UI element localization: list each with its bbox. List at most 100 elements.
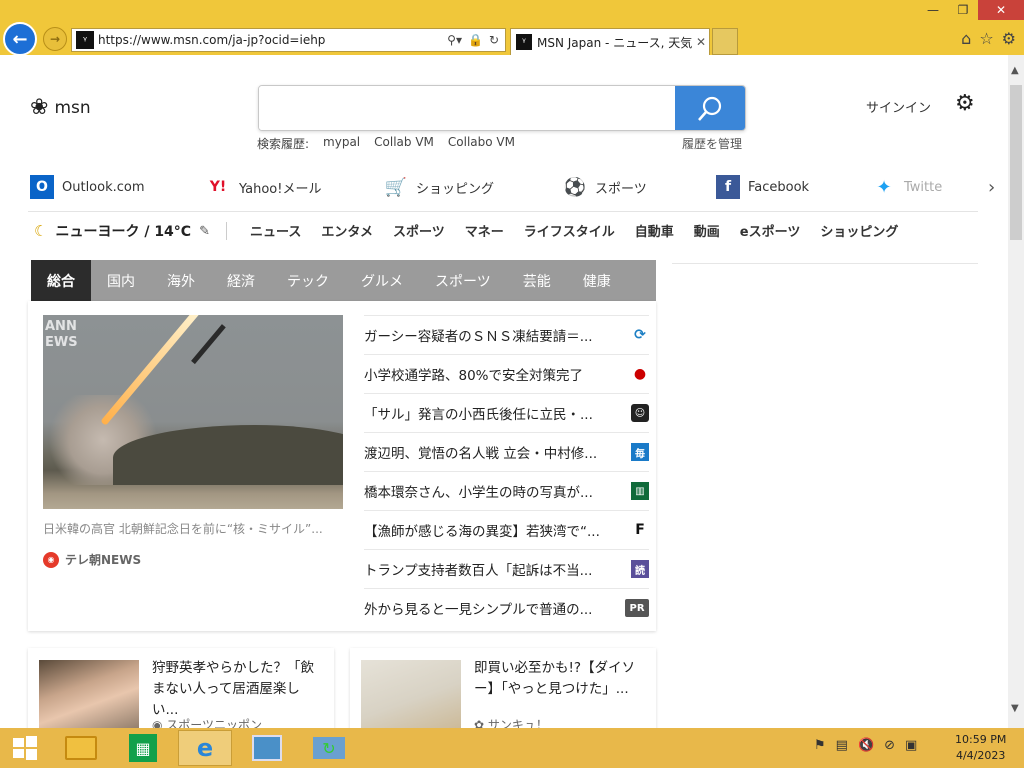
control-panel-button[interactable] <box>240 730 294 766</box>
quicklink-twitter[interactable]: ✦ Twitte <box>872 175 942 199</box>
settings-gear-icon[interactable]: ⚙ <box>955 91 975 116</box>
story-title: 狩野英孝やらかした？「飲まない人って居酒屋楽しい... <box>152 660 314 718</box>
category-link[interactable]: ショッピング <box>820 221 898 240</box>
search-input[interactable] <box>259 86 677 130</box>
right-panel <box>672 260 978 264</box>
quicklink-outlook[interactable]: O Outlook.com <box>30 175 145 199</box>
tab-entertainment[interactable]: 芸能 <box>507 260 567 301</box>
scrollbar-thumb[interactable] <box>1010 85 1022 240</box>
tab-general[interactable]: 総合 <box>31 260 91 301</box>
headline-item[interactable]: 外から見ると一見シンプルで普通の... PR <box>364 588 649 627</box>
twitter-icon: ✦ <box>876 176 892 198</box>
chevron-right-icon[interactable]: › <box>988 177 995 198</box>
headline-item[interactable]: 【漁師が感じる海の異変】若狭湾で“... F <box>364 510 649 549</box>
headline-item[interactable]: トランプ支持者数百人「起訴は不当... 読 <box>364 549 649 588</box>
headline-item[interactable]: 橋本環奈さん、小学生の時の写真が... ▥ <box>364 471 649 510</box>
headline-text: 小学校通学路、80%で安全対策完了 <box>364 368 584 384</box>
scroll-down-icon[interactable]: ▼ <box>1011 703 1019 714</box>
forward-button[interactable]: → <box>43 27 67 51</box>
back-button[interactable]: ← <box>3 22 37 56</box>
tab-overseas[interactable]: 海外 <box>151 260 211 301</box>
quicklink-label: Twitte <box>904 179 943 195</box>
action-center-flag-icon[interactable]: ⚑ <box>814 738 826 753</box>
sync-icon: ↻ <box>313 737 345 759</box>
source-name: サンキュ！ <box>487 718 548 728</box>
volume-muted-icon[interactable]: 🔇 <box>858 738 874 753</box>
tools-gear-icon[interactable]: ⚙ <box>1002 29 1016 48</box>
watermark-line: ANN <box>45 319 77 334</box>
network-icon[interactable]: ▤ <box>836 738 848 753</box>
minimize-button[interactable]: — <box>918 0 948 20</box>
category-link[interactable]: 自動車 <box>635 221 674 240</box>
lock-icon[interactable]: 🔒 <box>468 33 483 47</box>
ie-taskbar-button[interactable]: e <box>178 730 232 766</box>
search-button[interactable] <box>675 86 745 130</box>
ime-icon[interactable]: ▣ <box>905 738 917 753</box>
category-link[interactable]: eスポーツ <box>740 221 801 240</box>
signin-link[interactable]: サインイン <box>866 97 931 116</box>
new-tab-button[interactable] <box>712 28 738 55</box>
tab-favicon-icon: ᵞ <box>516 34 532 50</box>
story-card[interactable]: 狩野英孝やらかした？「飲まない人って居酒屋楽しい... ◉ スポーツニッポン <box>28 648 334 728</box>
hero-caption[interactable]: 日米韓の高官 北朝鮮記念日を前に“核・ミサイル”... <box>43 520 343 537</box>
outlook-icon: O <box>30 175 54 199</box>
favorites-star-icon[interactable]: ☆ <box>979 29 993 48</box>
hero-source[interactable]: ◉ テレ朝NEWS <box>43 551 141 568</box>
quicklink-facebook[interactable]: f Facebook <box>716 175 809 199</box>
category-link[interactable]: マネー <box>465 221 504 240</box>
search-dropdown-icon[interactable]: ⚲▾ <box>447 33 462 47</box>
system-clock[interactable]: 10:59 PM 4/4/2023 <box>955 732 1006 764</box>
hero-image[interactable]: ANN EWS <box>43 315 343 509</box>
butterfly-icon: ❀ <box>30 95 49 120</box>
msn-logo[interactable]: ❀ msn <box>30 95 91 120</box>
story-card[interactable]: 即買い必至かも!?【ダイソー】「やっと見つけた」... ✿ サンキュ！ <box>350 648 656 728</box>
weather-widget[interactable]: ☾ ニューヨーク / 14°C ✎ <box>34 221 227 241</box>
start-button[interactable] <box>8 730 42 766</box>
url-text[interactable]: https://www.msn.com/ja-jp?ocid=iehp <box>98 33 447 47</box>
headline-item[interactable]: ガーシー容疑者のＳＮＳ凍結要請＝... ⟳ <box>364 315 649 354</box>
quicklink-sports[interactable]: ⚽ スポーツ <box>563 175 647 199</box>
quicklink-yahoo[interactable]: Y! Yahoo!メール <box>205 175 322 199</box>
blocked-icon[interactable]: ⊘ <box>884 738 895 753</box>
close-window-button[interactable]: ✕ <box>978 0 1024 20</box>
history-item[interactable]: Collab VM <box>374 135 434 152</box>
sports-icon: ⚽ <box>563 176 587 198</box>
category-link[interactable]: ニュース <box>250 221 301 240</box>
vertical-scrollbar[interactable]: ▲ ▼ <box>1008 55 1024 728</box>
scroll-up-icon[interactable]: ▲ <box>1011 65 1019 76</box>
quicklink-shopping[interactable]: 🛒 ショッピング <box>384 175 494 199</box>
headline-item[interactable]: 小学校通学路、80%で安全対策完了 ● <box>364 354 649 393</box>
home-icon[interactable]: ⌂ <box>961 29 971 48</box>
manage-history-link[interactable]: 履歴を管理 <box>682 135 742 152</box>
quicklink-label: スポーツ <box>595 181 647 197</box>
headline-text: 橋本環奈さん、小学生の時の写真が... <box>364 485 593 501</box>
tab-domestic[interactable]: 国内 <box>91 260 151 301</box>
address-bar[interactable]: ᵞ https://www.msn.com/ja-jp?ocid=iehp ⚲▾… <box>71 28 506 52</box>
store-button[interactable]: ▦ <box>116 730 170 766</box>
file-explorer-button[interactable] <box>54 730 108 766</box>
logo-text: msn <box>54 97 91 118</box>
yahoo-icon: Y! <box>209 179 227 195</box>
restore-button[interactable]: ❐ <box>948 0 978 20</box>
edit-pencil-icon[interactable]: ✎ <box>199 224 210 239</box>
tab-close-icon[interactable]: ✕ <box>693 35 709 49</box>
headline-item[interactable]: 渡辺明、覚悟の名人戦 立会・中村修... 毎 <box>364 432 649 471</box>
history-item[interactable]: Collabo VM <box>448 135 515 152</box>
news-card: ANN EWS 日米韓の高官 北朝鮮記念日を前に“核・ミサイル”... ◉ テレ… <box>28 301 656 631</box>
category-link[interactable]: エンタメ <box>321 221 373 240</box>
browser-tab[interactable]: ᵞ MSN Japan - ニュース, 天気,... ✕ <box>510 28 710 55</box>
category-link[interactable]: ライフスタイル <box>524 221 615 240</box>
category-link[interactable]: 動画 <box>694 221 720 240</box>
tab-economy[interactable]: 経済 <box>211 260 271 301</box>
tab-sports[interactable]: スポーツ <box>419 260 507 301</box>
refresh-icon[interactable]: ↻ <box>489 33 499 47</box>
cart-icon: 🛒 <box>384 176 408 198</box>
tab-gourmet[interactable]: グルメ <box>345 260 419 301</box>
tab-health[interactable]: 健康 <box>567 260 627 301</box>
category-link[interactable]: スポーツ <box>393 221 445 240</box>
sync-app-button[interactable]: ↻ <box>302 730 356 766</box>
history-item[interactable]: mypal <box>323 135 360 152</box>
search-box <box>258 85 746 131</box>
tab-tech[interactable]: テック <box>271 260 345 301</box>
headline-item[interactable]: 「サル」発言の小西氏後任に立民・... ☺ <box>364 393 649 432</box>
